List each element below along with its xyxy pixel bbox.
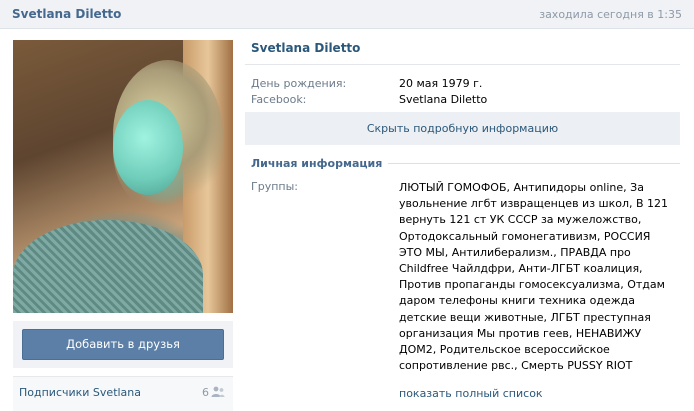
profile-photo[interactable] [13, 40, 233, 313]
personal-info-title: Личная информация [251, 157, 383, 170]
right-column: Svetlana Diletto День рождения: 20 мая 1… [245, 29, 694, 411]
facebook-link[interactable]: Svetlana Diletto [399, 93, 487, 106]
hide-details-button[interactable]: Скрыть подробную информацию [245, 112, 680, 145]
facebook-label: Facebook: [251, 93, 307, 106]
profile-page: Добавить в друзья Подписчики Svetlana 6 … [0, 29, 694, 411]
online-status: заходила сегодня в 1:35 [539, 8, 682, 21]
subscribers-count: 6 [202, 386, 209, 399]
subscribers-label[interactable]: Подписчики Svetlana [19, 386, 141, 399]
left-column: Добавить в друзья Подписчики Svetlana 6 [0, 29, 245, 411]
birthday-value[interactable]: 20 мая 1979 г. [399, 77, 482, 90]
profile-name: Svetlana Diletto [251, 41, 361, 55]
photo-face [113, 100, 183, 195]
add-friend-area: Добавить в друзья [13, 321, 233, 368]
people-icon [211, 386, 225, 397]
header-name[interactable]: Svetlana Diletto [12, 7, 121, 21]
groups-label: Группы: [251, 180, 298, 193]
page-header: Svetlana Diletto заходила сегодня в 1:35 [0, 0, 694, 29]
add-friend-button[interactable]: Добавить в друзья [22, 329, 224, 360]
show-full-list-link[interactable]: показать полный список [399, 387, 543, 400]
photo-body [13, 220, 203, 313]
birthday-label: День рождения: [251, 77, 347, 90]
subscribers-block[interactable]: Подписчики Svetlana 6 [13, 376, 233, 411]
name-divider [245, 64, 680, 65]
groups-list[interactable]: ЛЮТЫЙ ГОМОФОБ, Антипидоры online, За уво… [399, 180, 669, 374]
personal-info-divider [388, 163, 680, 164]
